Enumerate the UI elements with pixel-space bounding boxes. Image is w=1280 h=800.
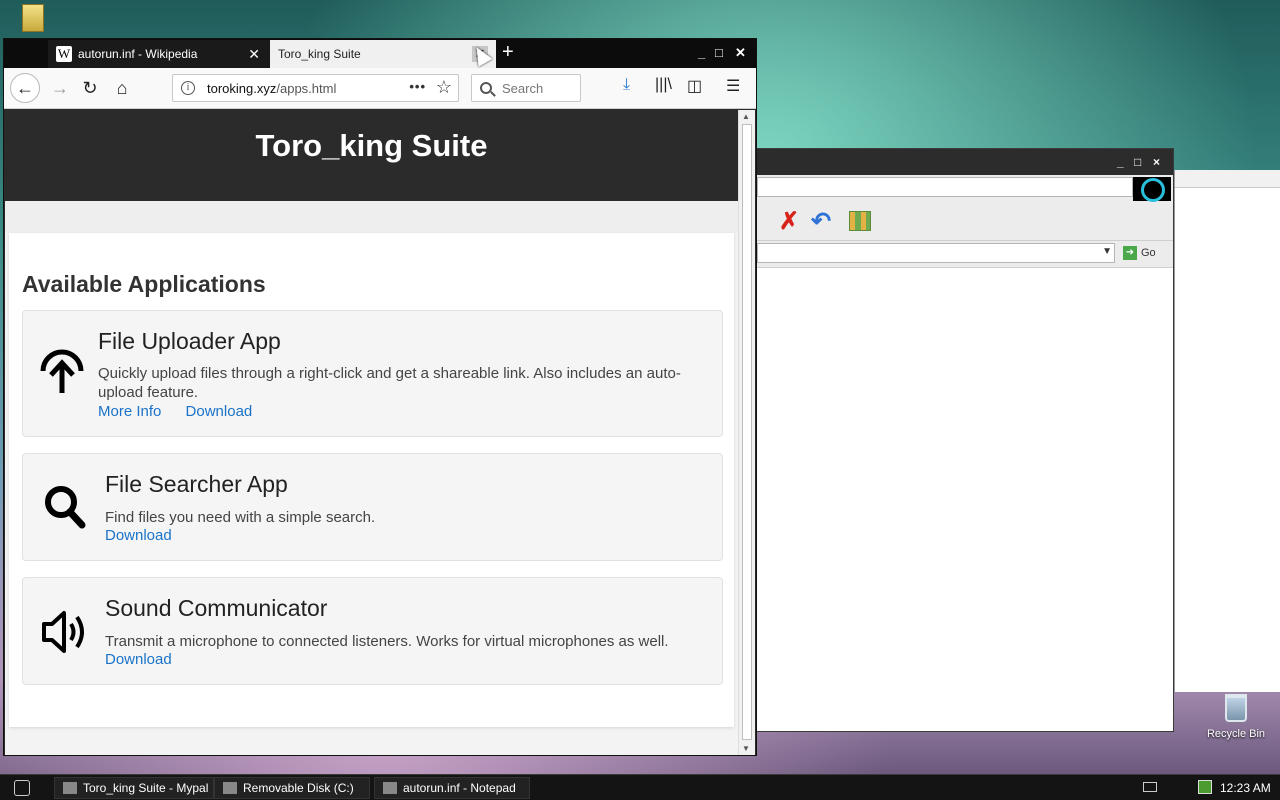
url-bar[interactable]: i toroking.xyz/apps.html ••• ☆ bbox=[172, 74, 459, 102]
home-icon[interactable]: ⌂ bbox=[108, 74, 136, 102]
url-host: toroking.xyz bbox=[207, 80, 277, 96]
maximize-icon[interactable]: □ bbox=[715, 45, 723, 60]
site-title: Toro_king Suite bbox=[255, 128, 488, 163]
app-name: Sound Communicator bbox=[105, 595, 328, 621]
wikipedia-favicon-icon: W bbox=[56, 46, 72, 62]
vertical-scrollbar[interactable]: ▲ ▼ bbox=[738, 110, 755, 755]
bookmark-star-icon[interactable]: ☆ bbox=[436, 77, 452, 98]
app-name: File Uploader App bbox=[98, 328, 281, 354]
app-card-searcher: File Searcher App Find files you need wi… bbox=[22, 453, 723, 561]
explorer-titlebar[interactable]: _ □ × bbox=[757, 149, 1173, 175]
chevron-down-icon[interactable]: ▼ bbox=[1102, 246, 1112, 257]
scroll-up-icon[interactable]: ▲ bbox=[742, 112, 750, 121]
taskbar-item-label: autorun.inf - Notepad bbox=[403, 781, 516, 795]
recycle-bin[interactable]: Recycle Bin bbox=[1204, 694, 1268, 740]
page-viewport[interactable]: Toro_king Suite Available Applications F… bbox=[5, 110, 738, 755]
search-icon bbox=[480, 82, 492, 94]
go-label: Go bbox=[1141, 247, 1156, 259]
throbber-icon bbox=[1133, 177, 1171, 202]
recycle-bin-label: Recycle Bin bbox=[1206, 728, 1266, 740]
menu-icon[interactable]: ☰ bbox=[726, 76, 740, 96]
explorer-toolbar: ✗ ↶ bbox=[757, 205, 1173, 241]
scroll-down-icon[interactable]: ▼ bbox=[742, 744, 750, 753]
app-links: Download bbox=[105, 651, 192, 668]
upload-icon bbox=[40, 349, 84, 393]
nav-toolbar: ← → ↻ ⌂ i toroking.xyz/apps.html ••• ☆ S… bbox=[4, 68, 756, 109]
delete-icon[interactable]: ✗ bbox=[779, 207, 799, 236]
explorer-content-pane[interactable] bbox=[757, 267, 1173, 731]
info-icon[interactable]: i bbox=[181, 81, 195, 95]
site-header: Toro_king Suite bbox=[5, 110, 738, 201]
download-link[interactable]: Download bbox=[186, 403, 253, 420]
explorer-address-input[interactable]: ▼ bbox=[757, 243, 1115, 263]
forward-icon[interactable]: → bbox=[46, 74, 74, 102]
undo-icon[interactable]: ↶ bbox=[811, 207, 831, 236]
browser-window: W autorun.inf - Wikipedia ✕ Toro_king Su… bbox=[3, 38, 757, 756]
browser-app-icon bbox=[63, 782, 77, 794]
maximize-icon[interactable]: □ bbox=[1134, 155, 1141, 169]
magnifier-icon bbox=[45, 486, 86, 529]
keyboard-icon[interactable] bbox=[1143, 782, 1157, 792]
reload-icon[interactable]: ↻ bbox=[76, 74, 104, 102]
search-input[interactable]: Search bbox=[471, 74, 581, 102]
sidebar-icon[interactable]: ◫ bbox=[687, 76, 702, 96]
tab-bar: W autorun.inf - Wikipedia ✕ Toro_king Su… bbox=[4, 39, 756, 68]
taskbar-item-notepad[interactable]: autorun.inf - Notepad bbox=[374, 777, 530, 799]
close-window-icon[interactable]: ✕ bbox=[735, 45, 746, 61]
library-icon[interactable]: |||\ bbox=[655, 76, 672, 94]
disk-icon bbox=[223, 782, 237, 794]
recycle-bin-icon bbox=[1225, 694, 1247, 722]
tab-label: Toro_king Suite bbox=[278, 47, 361, 61]
app-links: Download bbox=[105, 527, 192, 544]
go-arrow-icon: ➜ bbox=[1123, 246, 1137, 260]
taskbar-item-disk[interactable]: Removable Disk (C:) bbox=[214, 777, 370, 799]
download-link[interactable]: Download bbox=[105, 527, 172, 544]
search-placeholder: Search bbox=[502, 80, 544, 96]
minimize-icon[interactable]: _ bbox=[1117, 155, 1124, 169]
network-icon[interactable] bbox=[1198, 780, 1212, 794]
tab-label: autorun.inf - Wikipedia bbox=[78, 47, 198, 61]
app-description: Quickly upload files through a right-cli… bbox=[98, 365, 681, 401]
app-name: File Searcher App bbox=[105, 471, 288, 497]
background-window-right bbox=[1174, 170, 1280, 692]
tab-wikipedia[interactable]: W autorun.inf - Wikipedia ✕ bbox=[48, 40, 270, 68]
notepad-icon bbox=[383, 782, 397, 794]
back-icon[interactable]: ← bbox=[10, 73, 40, 103]
new-tab-icon[interactable]: + bbox=[502, 41, 514, 64]
site-nav-strip bbox=[5, 201, 738, 233]
speaker-icon bbox=[42, 611, 84, 653]
app-description: Transmit a microphone to connected liste… bbox=[105, 633, 669, 650]
explorer-window: _ □ × ✗ ↶ ▼ ➜ Go bbox=[756, 148, 1174, 732]
explorer-top-bar[interactable] bbox=[757, 177, 1133, 197]
scrollbar-thumb[interactable] bbox=[742, 124, 752, 740]
start-menu-icon[interactable] bbox=[14, 780, 30, 796]
app-card-uploader: File Uploader App Quickly upload files t… bbox=[22, 310, 723, 437]
close-icon[interactable]: × bbox=[1153, 155, 1160, 169]
tab-toroking[interactable]: Toro_king Suite ✕ bbox=[270, 40, 496, 68]
app-description: Find files you need with a simple search… bbox=[105, 509, 376, 526]
minimize-icon[interactable]: _ bbox=[698, 45, 705, 60]
more-info-link[interactable]: More Info bbox=[98, 403, 161, 420]
taskbar-item-label: Removable Disk (C:) bbox=[243, 781, 354, 795]
app-card-sound: Sound Communicator Transmit a microphone… bbox=[22, 577, 723, 685]
go-button[interactable]: ➜ Go bbox=[1119, 243, 1169, 263]
page-actions-icon[interactable]: ••• bbox=[409, 79, 426, 94]
desktop-folder-icon[interactable] bbox=[22, 4, 44, 32]
taskbar: Toro_king Suite - Mypal Removable Disk (… bbox=[0, 774, 1280, 800]
taskbar-item-browser[interactable]: Toro_king Suite - Mypal bbox=[54, 777, 214, 799]
download-link[interactable]: Download bbox=[105, 651, 172, 668]
url-path: /apps.html bbox=[276, 80, 337, 96]
site-main-panel: Available Applications File Uploader App… bbox=[9, 233, 734, 727]
app-links: More Info Download bbox=[98, 403, 272, 420]
close-tab-icon[interactable]: ✕ bbox=[248, 46, 260, 63]
view-options-icon[interactable] bbox=[849, 211, 871, 231]
clock[interactable]: 12:23 AM bbox=[1220, 781, 1271, 795]
taskbar-item-label: Toro_king Suite - Mypal bbox=[83, 781, 209, 795]
download-icon[interactable]: ⤓ bbox=[623, 76, 630, 94]
section-title: Available Applications bbox=[22, 271, 266, 297]
